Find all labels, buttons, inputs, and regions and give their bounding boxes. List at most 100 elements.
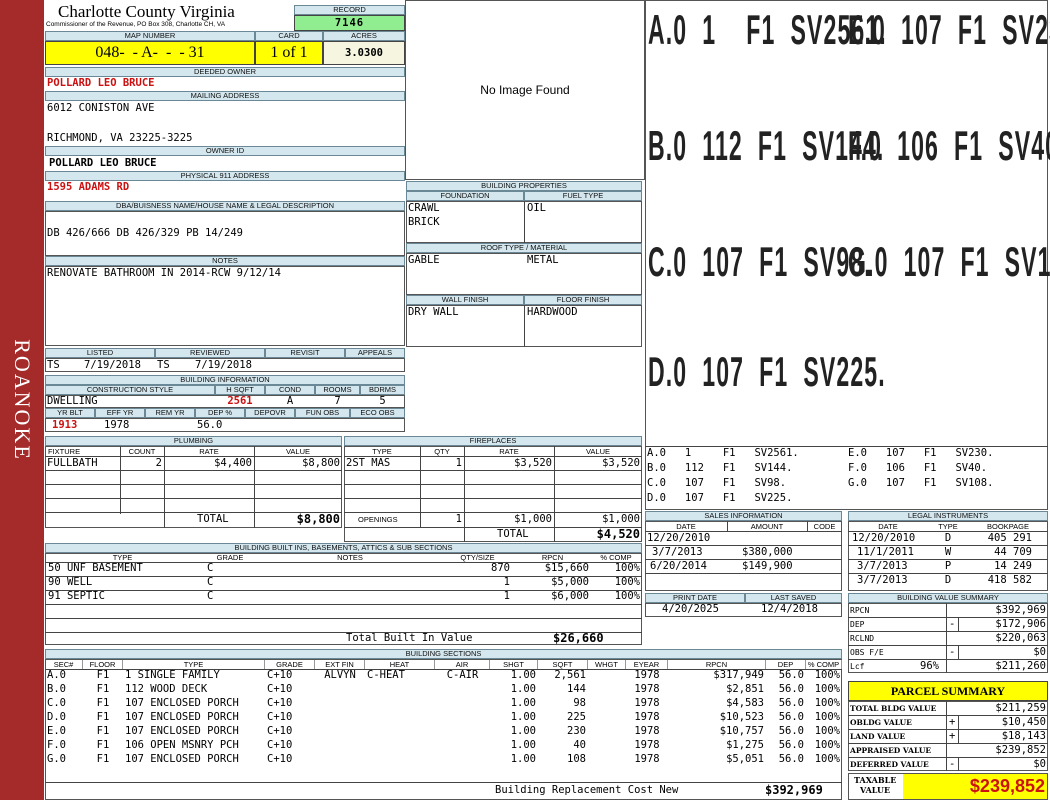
section-grade: C+10 [267, 697, 293, 709]
sale-amount: $380,000 [742, 546, 793, 558]
builtin-qty: 870 [491, 562, 510, 574]
builtins-col-qty: QTY/SIZE [460, 553, 495, 562]
builtin-rpcn: $6,000 [551, 590, 589, 602]
plumbing-total: $8,800 [296, 512, 340, 526]
legal-date: 3/7/2013 [857, 574, 908, 586]
fireplace-col-qty: QTY [434, 447, 450, 456]
no-image-text: No Image Found [480, 83, 570, 97]
builtin-type: 90 WELL [48, 576, 93, 588]
section-type: 107 ENCLOSED PORCH [125, 711, 239, 723]
cond-label: COND [265, 385, 315, 395]
depovr-label: DEPOVR [245, 408, 295, 418]
builtins-col-type: TYPE [112, 553, 133, 562]
fireplace-total: $4,520 [596, 527, 640, 541]
sections-col-0: SEC# [45, 660, 83, 669]
section-sec: C.0 [47, 697, 66, 709]
plumbing-value: $8,800 [302, 457, 340, 469]
sections-col-5: HEAT [365, 660, 435, 669]
sketch-label-f: F.0 106 F1 SV40. [848, 122, 1050, 169]
roof-label: ROOF TYPE / MATERIAL [406, 243, 642, 253]
construction-style: DWELLING [47, 395, 98, 407]
sketch-legend-a: A.0 1 F1 SV2561. [647, 447, 799, 459]
section-rpcn: $317,949 [713, 669, 764, 681]
parcel-land-value: $18,143 [1001, 730, 1046, 742]
section-grade: C+10 [267, 739, 293, 751]
card-label: CARD [255, 31, 323, 41]
section-shgt: 1.00 [510, 739, 536, 751]
floor-finish: HARDWOOD [527, 306, 578, 318]
owner-id: POLLARD LEO BRUCE [49, 157, 157, 169]
builtin-rpcn: $15,660 [544, 562, 589, 574]
builtin-grade: C [207, 562, 214, 574]
yrblt-label: YR BLT [45, 408, 95, 418]
section-comp: 100% [814, 725, 840, 737]
record-value: 7146 [294, 15, 405, 31]
legal-type: D [944, 532, 952, 544]
reviewed-date: 7/19/2018 [195, 359, 252, 371]
section-rpcn: $2,851 [726, 683, 764, 695]
builtin-qty: 1 [503, 576, 510, 588]
section-comp: 100% [814, 683, 840, 695]
plumbing-count: 2 [155, 457, 162, 469]
openings-qty: 1 [455, 513, 462, 525]
deeded-owner-label: DEEDED OWNER [45, 67, 405, 77]
section-eyear: 1978 [634, 683, 660, 695]
listed-by: TS [47, 359, 60, 371]
section-comp: 100% [814, 739, 840, 751]
section-dep: 56.0 [778, 725, 804, 737]
builtin-grade: C [207, 590, 214, 602]
summary-obs: $0 [1033, 646, 1046, 658]
openings-value: $1,000 [602, 513, 640, 525]
section-rpcn: $5,051 [726, 753, 764, 765]
bldg-row-2 [45, 418, 405, 432]
section-eyear: 1978 [634, 753, 660, 765]
summary-lcf-key: Lcf [850, 662, 865, 671]
summary-lcf-pct: 96% [920, 660, 939, 672]
sale-amount: $149,900 [742, 560, 793, 572]
section-shgt: 1.00 [510, 683, 536, 695]
wall-finish-label: WALL FINISH [406, 295, 524, 305]
parcel-obldg-value: $10,450 [1001, 716, 1046, 728]
sketch-legend-g: G.0 107 F1 SV108. [848, 477, 994, 489]
section-grade: C+10 [267, 669, 293, 681]
legal-book: 44 709 [994, 546, 1032, 558]
depreciation: 56.0 [197, 419, 223, 431]
notes-text: RENOVATE BATHROOM IN 2014-RCW 9/12/14 [47, 267, 281, 279]
roof-box [406, 253, 642, 295]
plumbing-col-fixture: FIXTURE [48, 447, 81, 456]
section-rpcn: $10,523 [719, 711, 764, 723]
section-sqft: 108 [567, 753, 586, 765]
fireplace-value: $3,520 [602, 457, 640, 469]
sections-label: BUILDING SECTIONS [45, 649, 842, 659]
section-sqft: 40 [573, 739, 586, 751]
sections-col-10: EYEAR [626, 660, 668, 669]
section-dep: 56.0 [778, 669, 804, 681]
sketch-legend-d: D.0 107 F1 SV225. [647, 492, 793, 504]
section-eyear: 1978 [634, 725, 660, 737]
builtins-total-label: Total Built In Value [346, 632, 473, 644]
dep-label: DEP % [195, 408, 245, 418]
section-sec: F.0 [47, 739, 66, 751]
section-type: 107 ENCLOSED PORCH [125, 753, 239, 765]
legal-desc-label: DBA/BUISNESS NAME/HOUSE NAME & LEGAL DES… [45, 201, 405, 211]
section-eyear: 1978 [634, 739, 660, 751]
section-shgt: 1.00 [510, 669, 536, 681]
summary-rpcn: $392,969 [995, 604, 1046, 616]
legal-date: 11/1/2011 [857, 546, 914, 558]
sidebar-label: ROANOKE [10, 339, 35, 461]
fireplace-col-value: VALUE [585, 447, 611, 456]
sketch-label-e: E.0 107 F1 SV230. [848, 6, 1050, 53]
builtins-label: BUILDING BUILT INS, BASEMENTS, ATTICS & … [45, 543, 642, 553]
section-floor: F1 [96, 669, 110, 681]
plumbing-col-rate: RATE [199, 447, 219, 456]
section-dep: 56.0 [778, 753, 804, 765]
section-dep: 56.0 [778, 739, 804, 751]
building-info-label: BUILDING INFORMATION [45, 375, 405, 385]
sales-col-amount: AMOUNT [750, 522, 784, 531]
sections-col-13: % COMP [806, 660, 842, 669]
fireplace-qty: 1 [455, 457, 462, 469]
sketch-label-g: G.0 107 F1 SV108. [848, 238, 1050, 285]
section-type: 107 ENCLOSED PORCH [125, 697, 239, 709]
summary-rpcn-key: RPCN [850, 606, 870, 615]
taxable-value: $239,852 [903, 774, 1047, 799]
